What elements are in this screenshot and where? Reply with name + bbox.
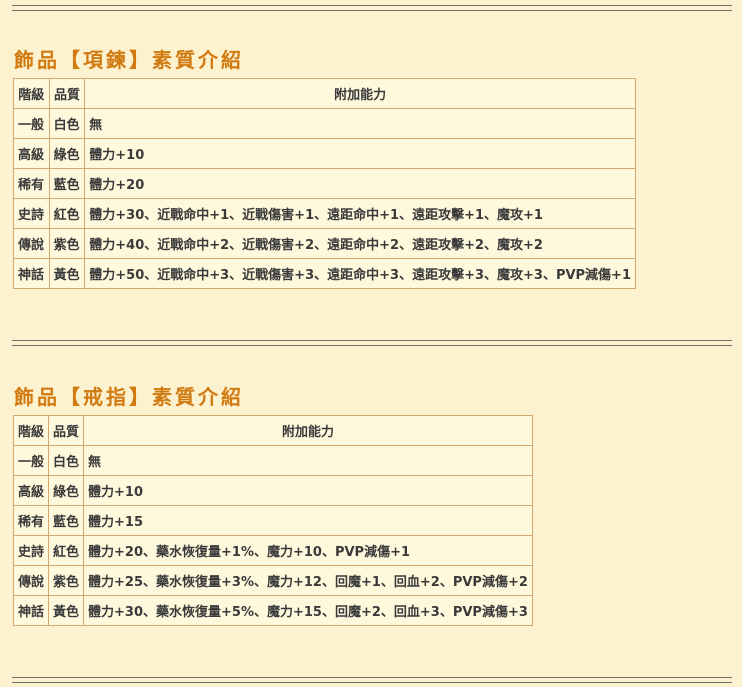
effect-cell: 體力+20 <box>84 168 636 199</box>
quality-cell: 藍色 <box>48 505 85 536</box>
quality-cell: 黃色 <box>48 595 85 626</box>
necklace-section-title: 飾品【項鍊】素質介紹 <box>14 48 244 72</box>
effect-cell: 體力+15 <box>83 505 533 536</box>
table-row: 神話 黃色 體力+50、近戰命中+3、近戰傷害+3、遠距命中+3、遠距攻擊+3、… <box>13 258 636 289</box>
tier-cell: 稀有 <box>13 168 50 199</box>
effect-cell: 體力+10 <box>84 138 636 169</box>
header-tier: 階級 <box>13 78 50 109</box>
tier-cell: 史詩 <box>13 198 50 229</box>
tier-cell: 神話 <box>13 258 50 289</box>
ring-attributes-table: 階級 品質 附加能力 一般 白色 無 高級 綠色 體力+10 稀有 藍色 體力+… <box>12 415 533 626</box>
tier-cell: 史詩 <box>12 535 50 566</box>
effect-cell: 體力+10 <box>83 475 533 506</box>
table-row: 史詩 紅色 體力+30、近戰命中+1、近戰傷害+1、遠距命中+1、遠距攻擊+1、… <box>13 198 636 229</box>
quality-cell: 白色 <box>48 445 85 476</box>
header-tier: 階級 <box>12 415 50 446</box>
effect-cell: 無 <box>83 445 533 476</box>
tier-cell: 傳說 <box>12 565 50 596</box>
table-row: 稀有 藍色 體力+20 <box>13 168 636 199</box>
effect-cell: 體力+40、近戰命中+2、近戰傷害+2、遠距命中+2、遠距攻擊+2、魔攻+2 <box>84 228 636 259</box>
tier-cell: 高級 <box>12 475 50 506</box>
table-row: 高級 綠色 體力+10 <box>12 475 533 506</box>
table-row: 一般 白色 無 <box>13 108 636 139</box>
quality-cell: 綠色 <box>48 475 85 506</box>
tier-cell: 一般 <box>12 445 50 476</box>
table-row: 高級 綠色 體力+10 <box>13 138 636 169</box>
tier-cell: 一般 <box>13 108 50 139</box>
tier-cell: 稀有 <box>12 505 50 536</box>
table-header-row: 階級 品質 附加能力 <box>12 415 533 446</box>
header-effect: 附加能力 <box>83 415 533 446</box>
header-quality: 品質 <box>48 415 85 446</box>
table-row: 一般 白色 無 <box>12 445 533 476</box>
quality-cell: 紫色 <box>48 565 85 596</box>
effect-cell: 無 <box>84 108 636 139</box>
quality-cell: 黃色 <box>48 258 86 289</box>
divider-top <box>12 5 732 11</box>
table-header-row: 階級 品質 附加能力 <box>13 78 636 109</box>
tier-cell: 神話 <box>12 595 50 626</box>
effect-cell: 體力+20、藥水恢復量+1%、魔力+10、PVP減傷+1 <box>83 535 533 566</box>
quality-cell: 白色 <box>48 108 86 139</box>
tier-cell: 高級 <box>13 138 50 169</box>
ring-section-title: 飾品【戒指】素質介紹 <box>14 385 244 409</box>
header-effect: 附加能力 <box>84 78 636 109</box>
quality-cell: 紅色 <box>48 535 85 566</box>
table-row: 稀有 藍色 體力+15 <box>12 505 533 536</box>
quality-cell: 藍色 <box>48 168 86 199</box>
effect-cell: 體力+30、藥水恢復量+5%、魔力+15、回魔+2、回血+3、PVP減傷+3 <box>83 595 533 626</box>
table-row: 史詩 紅色 體力+20、藥水恢復量+1%、魔力+10、PVP減傷+1 <box>12 535 533 566</box>
effect-cell: 體力+50、近戰命中+3、近戰傷害+3、遠距命中+3、遠距攻擊+3、魔攻+3、P… <box>84 258 636 289</box>
quality-cell: 紫色 <box>48 228 86 259</box>
table-row: 傳說 紫色 體力+25、藥水恢復量+3%、魔力+12、回魔+1、回血+2、PVP… <box>12 565 533 596</box>
table-row: 神話 黃色 體力+30、藥水恢復量+5%、魔力+15、回魔+2、回血+3、PVP… <box>12 595 533 626</box>
divider-bottom <box>12 677 732 683</box>
table-row: 傳說 紫色 體力+40、近戰命中+2、近戰傷害+2、遠距命中+2、遠距攻擊+2、… <box>13 228 636 259</box>
divider-middle <box>12 340 732 346</box>
quality-cell: 紅色 <box>48 198 86 229</box>
effect-cell: 體力+30、近戰命中+1、近戰傷害+1、遠距命中+1、遠距攻擊+1、魔攻+1 <box>84 198 636 229</box>
quality-cell: 綠色 <box>48 138 86 169</box>
tier-cell: 傳說 <box>13 228 50 259</box>
necklace-attributes-table: 階級 品質 附加能力 一般 白色 無 高級 綠色 體力+10 稀有 藍色 體力+… <box>13 78 636 289</box>
header-quality: 品質 <box>48 78 86 109</box>
effect-cell: 體力+25、藥水恢復量+3%、魔力+12、回魔+1、回血+2、PVP減傷+2 <box>83 565 533 596</box>
